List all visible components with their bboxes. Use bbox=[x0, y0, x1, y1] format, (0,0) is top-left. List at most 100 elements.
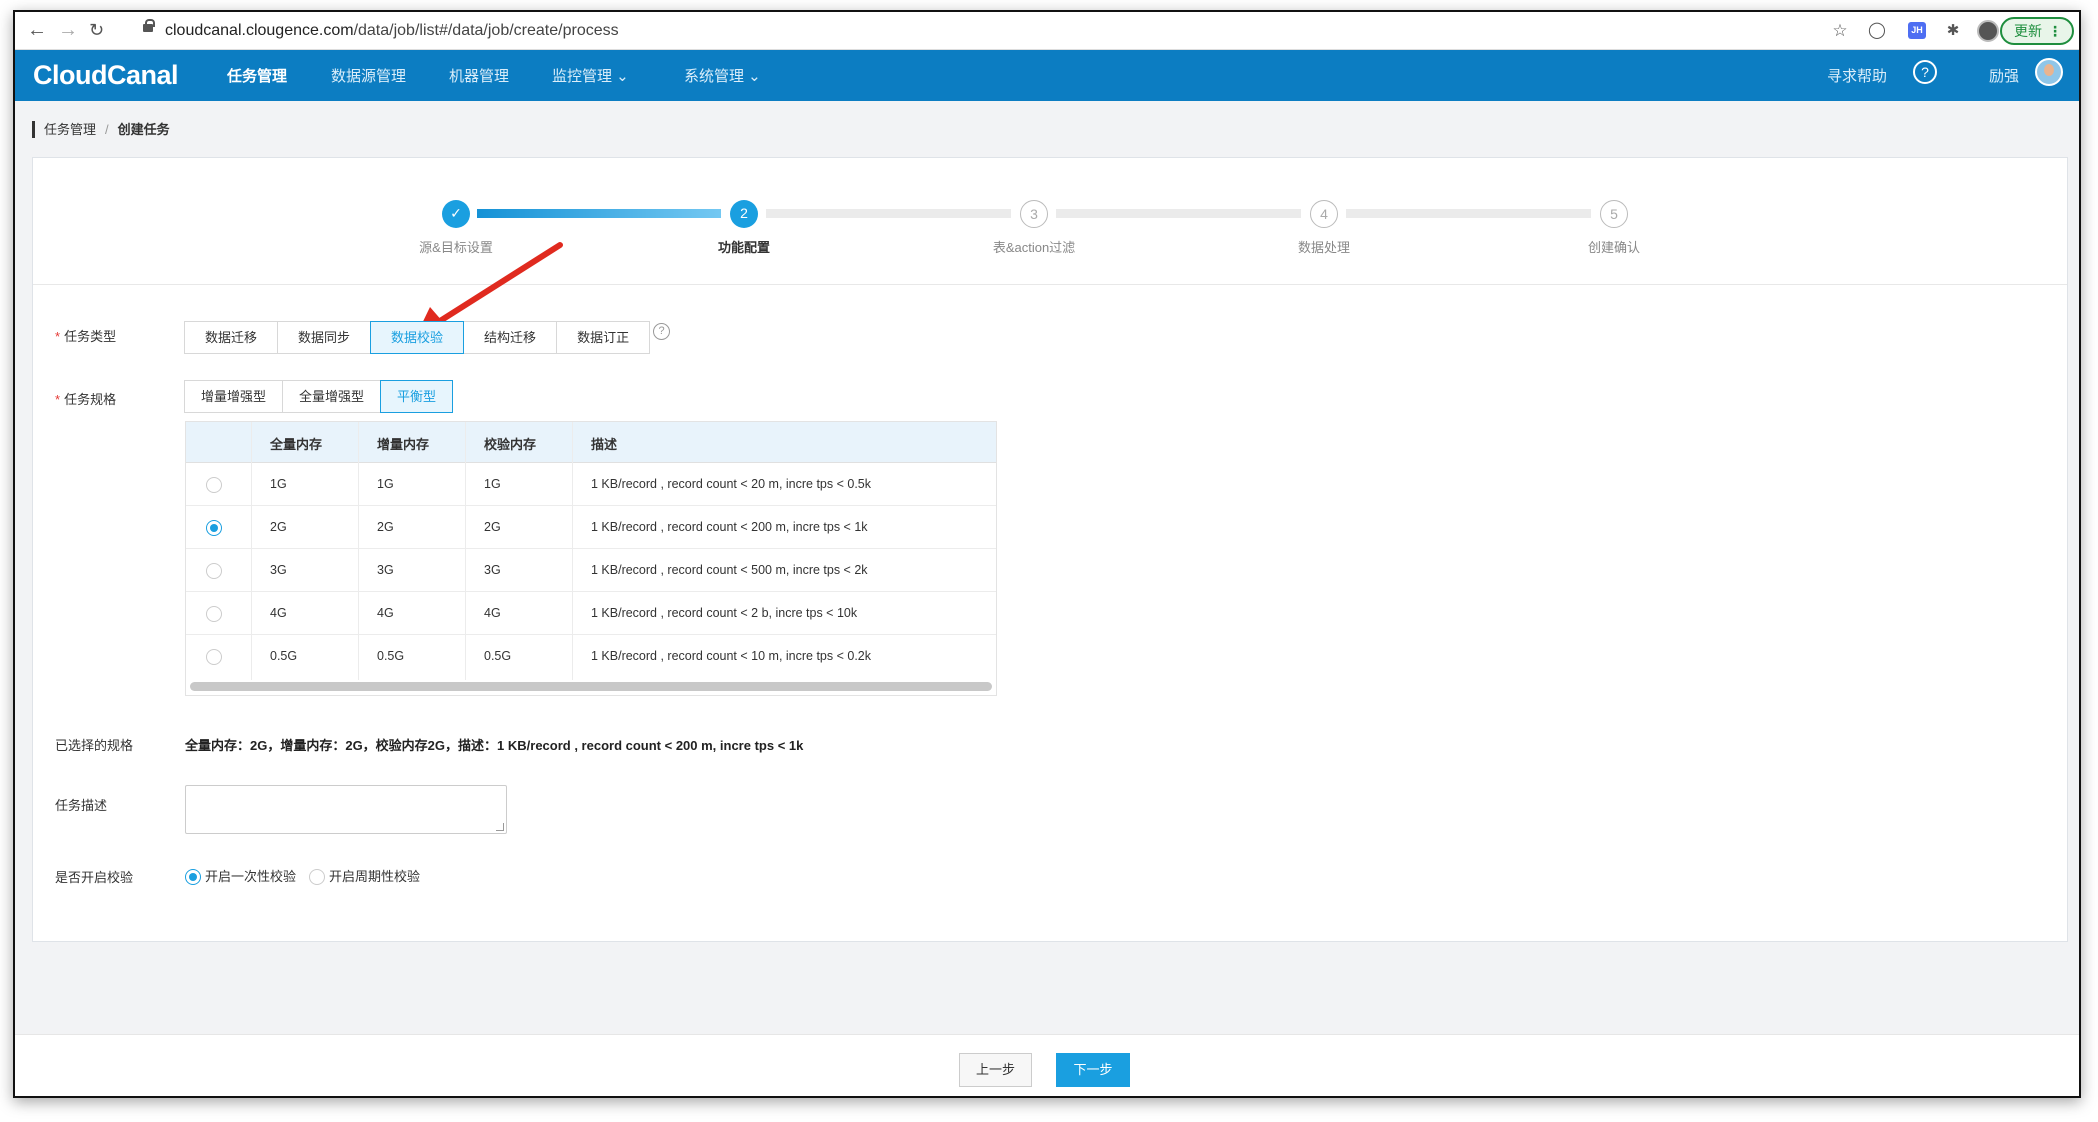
browser-update-button[interactable]: 更新 ⋮ bbox=[2000, 17, 2074, 45]
cell-incr-memory: 3G bbox=[377, 563, 394, 577]
breadcrumb-separator: / bbox=[105, 122, 109, 137]
task-type-migration[interactable]: 数据迁移 bbox=[184, 321, 279, 354]
nav-machine-management[interactable]: 机器管理 bbox=[449, 65, 509, 86]
breadcrumb-parent[interactable]: 任务管理 bbox=[44, 122, 96, 137]
table-row[interactable]: 1G 1G 1G 1 KB/record , record count < 20… bbox=[186, 463, 996, 506]
radio-selected-icon[interactable] bbox=[185, 868, 201, 885]
profile-avatar-icon[interactable] bbox=[1977, 20, 1999, 42]
update-label: 更新 bbox=[2014, 23, 2042, 39]
task-type-label: * 任务类型 bbox=[55, 329, 117, 344]
col-full-memory: 全量内存 bbox=[270, 437, 323, 452]
task-type-correction[interactable]: 数据订正 bbox=[556, 321, 651, 354]
task-desc-label: 任务描述 bbox=[55, 798, 108, 813]
cell-description: 1 KB/record , record count < 2 b, incre … bbox=[591, 606, 858, 620]
col-verify-memory: 校验内存 bbox=[484, 437, 537, 452]
nav-datasource-management[interactable]: 数据源管理 bbox=[331, 65, 406, 86]
cell-full-memory: 1G bbox=[270, 477, 287, 491]
task-spec-full[interactable]: 全量增强型 bbox=[282, 380, 382, 413]
step-2-indicator: 2 bbox=[730, 200, 758, 228]
step-5-label: 创建确认 bbox=[1587, 240, 1640, 255]
forward-icon[interactable]: → bbox=[58, 20, 78, 40]
step-5-indicator: 5 bbox=[1600, 200, 1628, 228]
browser-window: ← → ↻ cloudcanal.clougence.com/data/job/… bbox=[13, 10, 2081, 1098]
cloudcanal-logo[interactable]: CloudCanal bbox=[33, 60, 179, 91]
task-spec-incremental[interactable]: 增量增强型 bbox=[184, 380, 284, 413]
table-horizontal-scrollbar[interactable] bbox=[190, 682, 992, 691]
nav-system-management[interactable]: 系统管理 ⌄ bbox=[684, 65, 761, 86]
verify-once-option[interactable]: 开启一次性校验 bbox=[185, 866, 296, 886]
col-incr-memory: 增量内存 bbox=[377, 437, 430, 452]
app-header: CloudCanal 任务管理 数据源管理 机器管理 监控管理 ⌄ 系统管理 ⌄… bbox=[15, 50, 2079, 101]
table-row[interactable]: 3G 3G 3G 1 KB/record , record count < 50… bbox=[186, 549, 996, 592]
step-3-label: 表&action过滤 bbox=[992, 240, 1076, 255]
breadcrumb-current: 创建任务 bbox=[117, 122, 170, 137]
lock-icon bbox=[143, 19, 155, 36]
step-3-indicator: 3 bbox=[1020, 200, 1048, 228]
nav-monitor-management[interactable]: 监控管理 ⌄ bbox=[552, 65, 629, 86]
step-connector-1 bbox=[477, 209, 721, 218]
enable-verify-label: 是否开启校验 bbox=[55, 870, 134, 885]
step-2-label: 功能配置 bbox=[717, 240, 770, 255]
browser-toolbar: ← → ↻ cloudcanal.clougence.com/data/job/… bbox=[15, 12, 2079, 50]
verify-periodic-option[interactable]: 开启周期性校验 bbox=[309, 866, 420, 886]
task-desc-textarea[interactable] bbox=[185, 785, 507, 834]
url-host: cloudcanal.clougence.com bbox=[165, 22, 354, 39]
cell-description: 1 KB/record , record count < 20 m, incre… bbox=[591, 477, 871, 491]
more-vert-icon: ⋮ bbox=[2048, 23, 2062, 39]
prev-step-button[interactable]: 上一步 bbox=[959, 1053, 1032, 1087]
breadcrumb: 任务管理 / 创建任务 bbox=[32, 121, 170, 138]
selected-spec-label: 已选择的规格 bbox=[55, 738, 134, 753]
cell-incr-memory: 1G bbox=[377, 477, 394, 491]
task-type-help-icon[interactable]: ? bbox=[653, 323, 670, 340]
cell-description: 1 KB/record , record count < 500 m, incr… bbox=[591, 563, 868, 577]
task-type-verify[interactable]: 数据校验 bbox=[370, 321, 465, 354]
cell-verify-memory: 2G bbox=[484, 520, 501, 534]
bookmark-star-icon[interactable]: ☆ bbox=[1830, 21, 1850, 41]
create-task-card: ✓ 2 3 4 5 源&目标设置 功能配置 表&action过滤 数据处理 创建… bbox=[32, 157, 2068, 942]
help-question-icon[interactable]: ? bbox=[1913, 60, 1937, 84]
row-radio[interactable] bbox=[206, 606, 222, 622]
row-radio[interactable] bbox=[206, 649, 222, 665]
task-type-selector: 数据迁移 数据同步 数据校验 结构迁移 数据订正 bbox=[184, 321, 651, 354]
cell-full-memory: 2G bbox=[270, 520, 287, 534]
next-step-button[interactable]: 下一步 bbox=[1056, 1053, 1130, 1087]
step-connector-2 bbox=[766, 209, 1011, 218]
cell-full-memory: 4G bbox=[270, 606, 287, 620]
task-spec-balanced[interactable]: 平衡型 bbox=[380, 380, 454, 413]
nav-task-management[interactable]: 任务管理 bbox=[227, 65, 287, 86]
step-4-indicator: 4 bbox=[1310, 200, 1338, 228]
help-link[interactable]: 寻求帮助 bbox=[1827, 65, 1887, 86]
cell-incr-memory: 0.5G bbox=[377, 649, 405, 663]
table-row[interactable]: 4G 4G 4G 1 KB/record , record count < 2 … bbox=[186, 592, 996, 635]
user-avatar[interactable] bbox=[2035, 58, 2063, 86]
table-row[interactable]: 0.5G 0.5G 0.5G 1 KB/record , record coun… bbox=[186, 635, 996, 678]
step-1-check-icon: ✓ bbox=[442, 200, 470, 228]
table-row-selected[interactable]: 2G 2G 2G 1 KB/record , record count < 20… bbox=[186, 506, 996, 549]
step-connector-4 bbox=[1346, 209, 1591, 218]
url-path: /data/job/list#/data/job/create/process bbox=[353, 22, 619, 39]
cell-full-memory: 3G bbox=[270, 563, 287, 577]
col-description: 描述 bbox=[591, 437, 618, 452]
spec-table: 全量内存 增量内存 校验内存 描述 1G 1G 1G 1 KB/record ,… bbox=[185, 421, 997, 696]
reload-icon[interactable]: ↻ bbox=[89, 20, 104, 40]
cell-verify-memory: 3G bbox=[484, 563, 501, 577]
row-radio-selected[interactable] bbox=[206, 520, 222, 536]
selected-spec-value: 全量内存：2G，增量内存：2G，校验内存2G，描述：1 KB/record , … bbox=[185, 738, 804, 753]
url-text[interactable]: cloudcanal.clougence.com/data/job/list#/… bbox=[165, 22, 619, 40]
task-spec-label: * 任务规格 bbox=[55, 392, 117, 407]
extension-jh-icon[interactable]: JH bbox=[1908, 22, 1926, 39]
cell-full-memory: 0.5G bbox=[270, 649, 298, 663]
row-radio[interactable] bbox=[206, 563, 222, 579]
extension-circle-icon[interactable]: ◯ bbox=[1867, 21, 1887, 41]
radio-icon[interactable] bbox=[309, 868, 325, 885]
user-name[interactable]: 励强 bbox=[1989, 65, 2019, 86]
cell-description: 1 KB/record , record count < 200 m, incr… bbox=[591, 520, 868, 534]
task-type-sync[interactable]: 数据同步 bbox=[277, 321, 372, 354]
row-radio[interactable] bbox=[206, 477, 222, 493]
wizard-footer: 上一步 下一步 bbox=[15, 1034, 2079, 1096]
cell-verify-memory: 4G bbox=[484, 606, 501, 620]
extensions-puzzle-icon[interactable]: ✱ bbox=[1943, 21, 1963, 41]
back-icon[interactable]: ← bbox=[27, 20, 47, 40]
cell-description: 1 KB/record , record count < 10 m, incre… bbox=[591, 649, 871, 663]
cell-verify-memory: 0.5G bbox=[484, 649, 512, 663]
